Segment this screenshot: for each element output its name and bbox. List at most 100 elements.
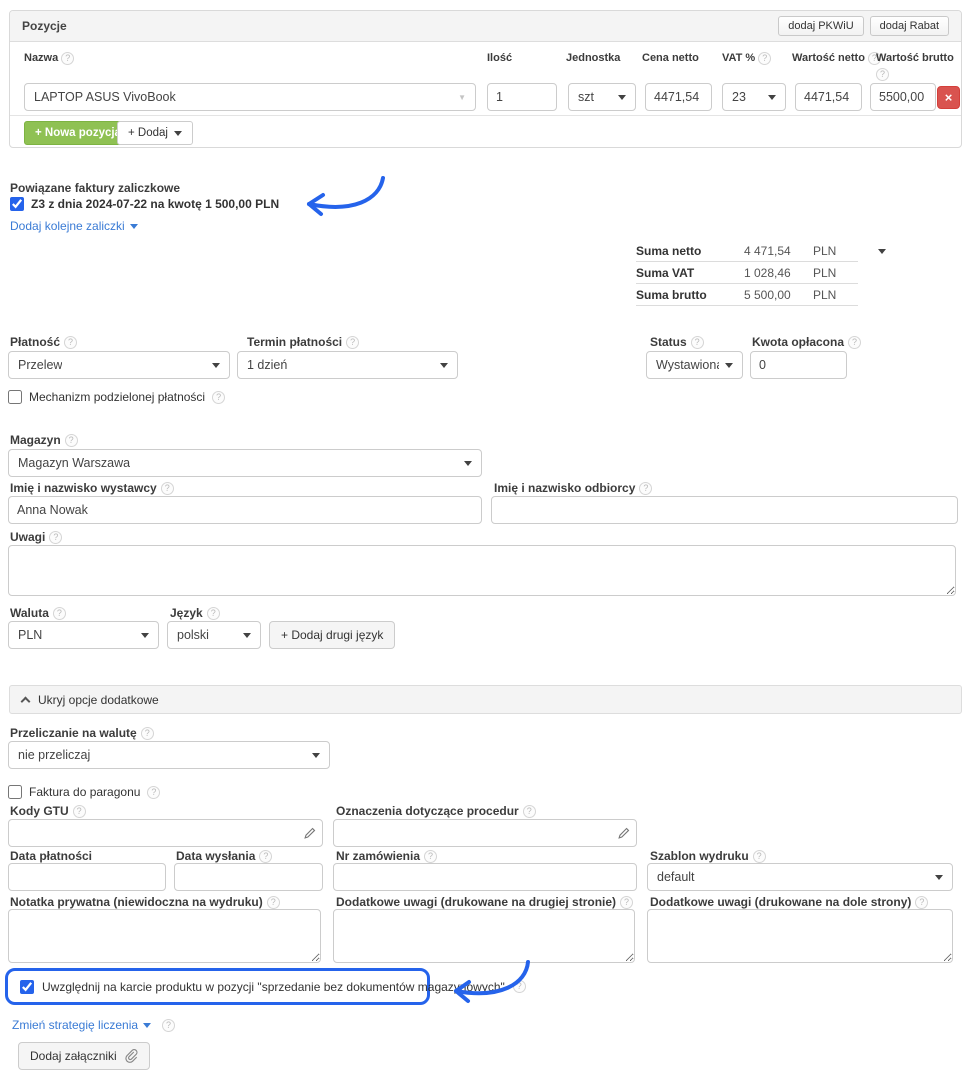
magazyn-select[interactable]: Magazyn Warszawa	[8, 449, 482, 477]
nr-zamowienia-label: Nr zamówienia	[336, 849, 437, 863]
pencil-icon[interactable]	[617, 827, 630, 840]
selected-value: polski	[177, 628, 209, 642]
selected-value: Przelew	[18, 358, 62, 372]
help-icon[interactable]	[73, 805, 86, 818]
kwota-oplacona-input[interactable]	[750, 351, 847, 379]
item-unit-select[interactable]: szt	[568, 83, 636, 111]
uwagi-strona2-textarea[interactable]	[333, 909, 635, 963]
summary-value: 1 028,46	[744, 266, 813, 280]
chevron-down-icon	[725, 363, 733, 368]
faktura-paragon-checkbox[interactable]	[8, 785, 22, 799]
label-text: Wartość netto	[792, 51, 865, 65]
help-icon[interactable]	[147, 786, 160, 799]
kody-gtu-input[interactable]	[8, 819, 323, 847]
delete-item-button[interactable]: ×	[937, 86, 960, 109]
col-nazwa-label: Nazwa	[24, 51, 74, 65]
help-icon[interactable]	[758, 52, 771, 65]
status-select[interactable]: Wystawiona	[646, 351, 743, 379]
item-name-combobox[interactable]: LAPTOP ASUS VivoBook ▼	[24, 83, 476, 111]
help-icon[interactable]	[346, 336, 359, 349]
magazyn-label: Magazyn	[10, 433, 78, 447]
notatka-textarea[interactable]	[8, 909, 321, 963]
procedury-input[interactable]	[333, 819, 637, 847]
help-icon[interactable]	[161, 482, 174, 495]
platnosc-select[interactable]: Przelew	[8, 351, 230, 379]
help-icon[interactable]	[620, 896, 633, 909]
help-icon[interactable]	[212, 391, 225, 404]
chevron-down-icon	[464, 461, 472, 466]
label-text: Data wysłania	[176, 849, 255, 863]
help-icon[interactable]	[53, 607, 66, 620]
help-icon[interactable]	[259, 850, 272, 863]
label-text: Termin płatności	[247, 335, 342, 349]
help-icon[interactable]	[848, 336, 861, 349]
header-text: Ukryj opcje dodatkowe	[38, 693, 159, 707]
item-net-price-input[interactable]	[645, 83, 712, 111]
przeliczanie-select[interactable]: nie przeliczaj	[8, 741, 330, 769]
nowa-pozycja-button[interactable]: + Nowa pozycja	[24, 121, 132, 145]
label-text: Ilość	[487, 51, 512, 65]
zmien-strategie-link[interactable]: Zmień strategię liczenia	[12, 1018, 151, 1032]
help-icon[interactable]	[141, 727, 154, 740]
help-icon[interactable]	[162, 1019, 175, 1032]
split-payment-checkbox[interactable]	[8, 390, 22, 404]
summary-currency-caret[interactable]	[878, 249, 886, 254]
selected-value: szt	[578, 90, 594, 104]
item-net-value-input[interactable]	[795, 83, 862, 111]
help-icon[interactable]	[267, 896, 280, 909]
help-icon[interactable]	[753, 850, 766, 863]
help-icon[interactable]	[64, 336, 77, 349]
dodaj-pkwiu-button[interactable]: dodaj PKWiU	[778, 16, 863, 36]
uwagi-textarea[interactable]	[8, 545, 956, 596]
label-text: Kwota opłacona	[752, 335, 844, 349]
szablon-select[interactable]: default	[647, 863, 953, 891]
annotation-arrow	[293, 174, 389, 220]
summary-value: 5 500,00	[744, 288, 813, 302]
help-icon[interactable]	[49, 531, 62, 544]
opcje-dodatkowe-header[interactable]: Ukryj opcje dodatkowe	[9, 685, 962, 714]
dodaj-rabat-button[interactable]: dodaj Rabat	[870, 16, 949, 36]
button-text: Dodaj załączniki	[30, 1049, 117, 1063]
odbiorca-input[interactable]	[491, 496, 958, 524]
selected-value: Magazyn Warszawa	[18, 456, 130, 470]
help-icon[interactable]	[207, 607, 220, 620]
uwagi-dol-textarea[interactable]	[647, 909, 953, 963]
help-icon[interactable]	[876, 68, 889, 81]
help-icon[interactable]	[915, 896, 928, 909]
data-platnosci-input[interactable]	[8, 863, 166, 891]
summary-label: Suma VAT	[636, 266, 744, 280]
karta-produktu-checkbox[interactable]	[20, 980, 34, 994]
nr-zamowienia-input[interactable]	[333, 863, 637, 891]
item-gross-value-input[interactable]	[870, 83, 936, 111]
help-icon[interactable]	[424, 850, 437, 863]
zaliczka-checkbox[interactable]	[10, 197, 24, 211]
jezyk-select[interactable]: polski	[167, 621, 261, 649]
label-text: Uwagi	[10, 530, 45, 544]
data-wyslania-input[interactable]	[174, 863, 323, 891]
help-icon[interactable]	[523, 805, 536, 818]
summary-label: Suma netto	[636, 244, 744, 258]
chevron-down-icon	[130, 224, 138, 229]
add-language-button[interactable]: + Dodaj drugi język	[269, 621, 395, 649]
item-vat-select[interactable]: 23	[722, 83, 786, 111]
waluta-select[interactable]: PLN	[8, 621, 159, 649]
help-icon[interactable]	[691, 336, 704, 349]
item-quantity-input[interactable]	[487, 83, 557, 111]
chevron-down-icon	[618, 95, 626, 100]
wystawca-input[interactable]	[8, 496, 482, 524]
help-icon[interactable]	[61, 52, 74, 65]
help-icon[interactable]	[65, 434, 78, 447]
help-icon[interactable]	[639, 482, 652, 495]
termin-platnosci-select[interactable]: 1 dzień	[237, 351, 458, 379]
dodaj-zalaczniki-button[interactable]: Dodaj załączniki	[18, 1042, 150, 1070]
karta-produktu-highlight-box: Uwzględnij na karcie produktu w pozycji …	[5, 968, 430, 1005]
pencil-icon[interactable]	[303, 827, 316, 840]
col-cena-netto-label: Cena netto	[642, 51, 699, 65]
invoice-form-page: { "colors": { "highlight_blue": "#2563eb…	[0, 0, 975, 1080]
col-vat-label: VAT %	[722, 51, 771, 65]
dodaj-button[interactable]: + Dodaj	[117, 121, 193, 145]
label-text: Oznaczenia dotyczące procedur	[336, 804, 519, 818]
dodaj-zaliczki-link[interactable]: Dodaj kolejne zaliczki	[10, 219, 138, 233]
annotation-arrow	[438, 956, 536, 1006]
waluta-label: Waluta	[10, 606, 66, 620]
